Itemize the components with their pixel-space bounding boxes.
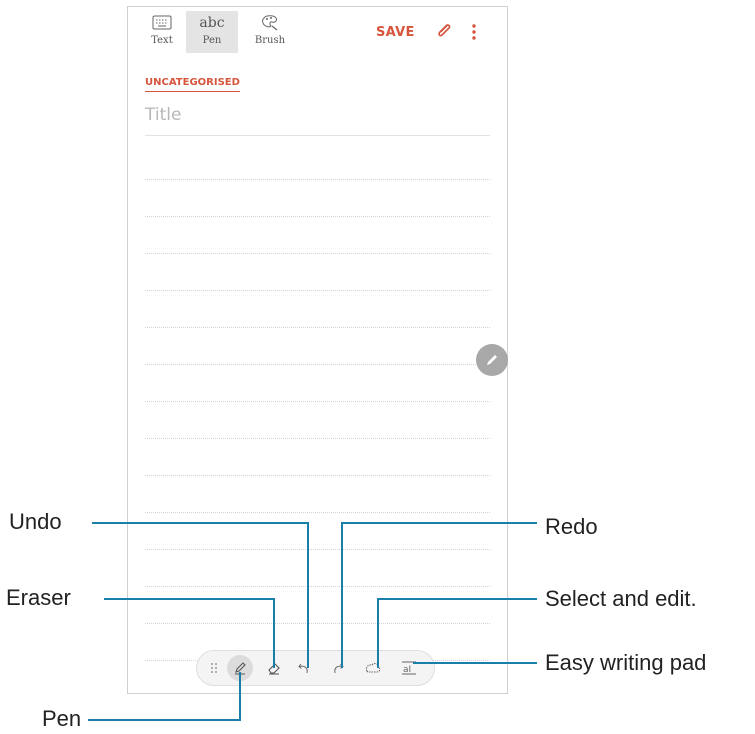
undo-callout: Undo bbox=[9, 509, 62, 534]
select-callout: Select and edit. bbox=[545, 586, 697, 611]
select-leader-line bbox=[377, 598, 537, 668]
eraser-callout: Eraser bbox=[6, 585, 71, 610]
easy-pad-callout: Easy writing pad bbox=[545, 650, 707, 675]
callout-leader-lines bbox=[88, 522, 537, 721]
redo-leader-line bbox=[341, 522, 537, 668]
pen-callout: Pen bbox=[42, 706, 82, 731]
redo-callout: Redo bbox=[545, 514, 598, 539]
pen-leader-line bbox=[88, 672, 241, 721]
eraser-leader-line bbox=[104, 598, 275, 668]
undo-leader-line bbox=[92, 522, 309, 668]
